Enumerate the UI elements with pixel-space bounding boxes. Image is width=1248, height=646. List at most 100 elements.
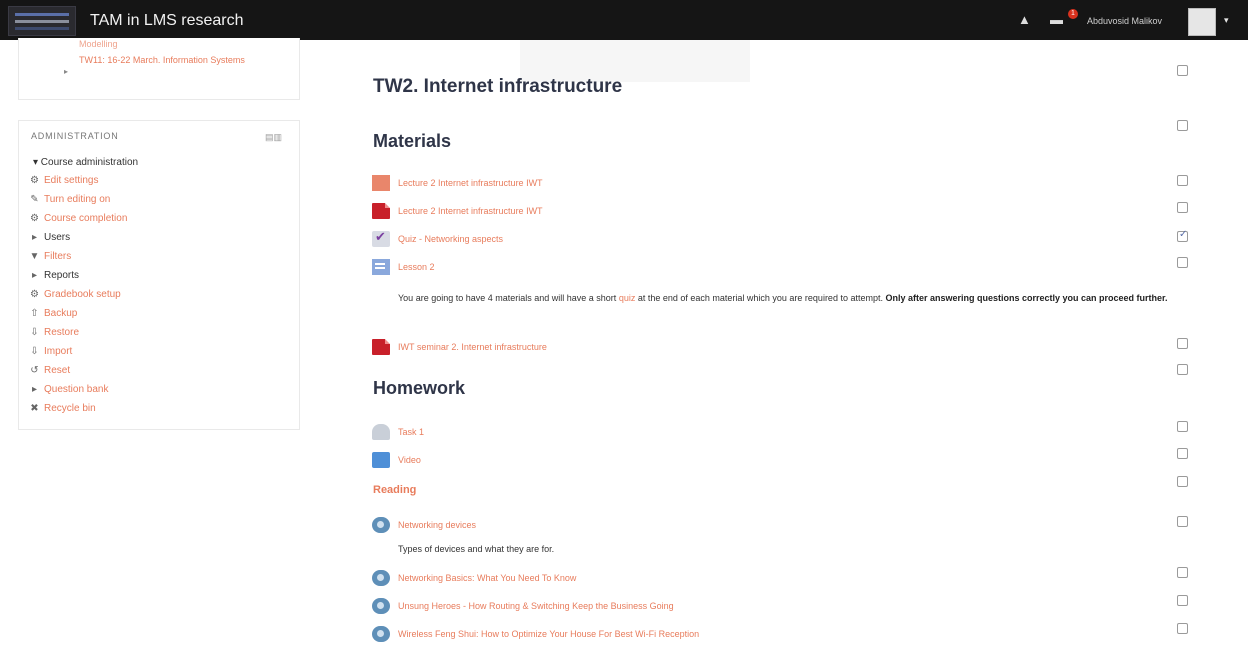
admin-item-icon: ⇩: [30, 326, 39, 338]
completion-checkbox[interactable]: [1177, 448, 1188, 459]
activity-link[interactable]: Lecture 2 Internet infrastructure IWT: [398, 178, 543, 188]
completion-checkbox[interactable]: [1177, 421, 1188, 432]
activity-item[interactable]: Task 1: [372, 422, 424, 442]
admin-item[interactable]: ✖ Recycle bin: [28, 401, 96, 415]
admin-item-icon: ✎: [30, 193, 39, 205]
reading-checkbox[interactable]: [1177, 476, 1188, 487]
bell-icon[interactable]: ▲: [1018, 12, 1031, 27]
chevron-down-icon[interactable]: ▾: [1224, 15, 1229, 26]
activity-item[interactable]: Networking devices: [372, 515, 476, 535]
admin-item[interactable]: ⇧ Backup: [28, 306, 77, 320]
admin-item[interactable]: ↺ Reset: [28, 363, 70, 377]
admin-item-label[interactable]: Import: [44, 346, 72, 357]
admin-item-icon: ✖: [30, 402, 39, 414]
activity-item[interactable]: Unsung Heroes - How Routing & Switching …: [372, 596, 674, 616]
activity-seminar[interactable]: IWT seminar 2. Internet infrastructure: [372, 337, 547, 357]
admin-item[interactable]: ⇩ Import: [28, 344, 72, 358]
site-title[interactable]: TAM in LMS research: [90, 12, 244, 30]
section-title: TW2. Internet infrastructure: [373, 76, 623, 97]
quiz-icon: [372, 229, 390, 247]
activity-link[interactable]: Unsung Heroes - How Routing & Switching …: [398, 601, 674, 611]
admin-item-label[interactable]: Users: [44, 232, 70, 243]
url-icon: [372, 517, 390, 533]
admin-item-icon: ▸: [31, 269, 38, 281]
avatar[interactable]: [1188, 8, 1216, 36]
materials-checkbox[interactable]: [1177, 120, 1188, 131]
nav-item-tw11[interactable]: TW11: 16-22 March. Information Systems: [79, 54, 269, 67]
admin-item[interactable]: ▸ Reports: [28, 268, 79, 282]
activity-item[interactable]: Video: [372, 450, 421, 470]
activity-item[interactable]: Networking Basics: What You Need To Know: [372, 568, 576, 588]
activity-item[interactable]: Lecture 2 Internet infrastructure IWT: [372, 201, 543, 221]
homework-heading: Homework: [373, 378, 466, 398]
admin-item-label[interactable]: Recycle bin: [44, 403, 96, 414]
dock-icon[interactable]: ▤▥: [265, 132, 282, 143]
url-icon: [372, 598, 390, 614]
course-administration-toggle[interactable]: ▾ Course administration: [33, 157, 138, 168]
activity-item[interactable]: Lesson 2: [372, 257, 435, 277]
section-checkbox[interactable]: [1177, 65, 1188, 76]
completion-checkbox[interactable]: [1177, 516, 1188, 527]
admin-item[interactable]: ▼ Filters: [28, 249, 72, 263]
url-icon: [372, 570, 390, 586]
admin-item-icon: ↺: [30, 364, 39, 376]
completion-checkbox[interactable]: [1177, 257, 1188, 268]
admin-item-icon: ▸: [31, 231, 38, 243]
activity-item[interactable]: Quiz - Networking aspects: [372, 229, 503, 249]
nav-item-previous[interactable]: Modelling: [79, 38, 118, 51]
pdf-icon: [372, 339, 390, 355]
completion-checkbox[interactable]: [1177, 623, 1188, 634]
admin-item-label[interactable]: Backup: [44, 308, 77, 319]
admin-item[interactable]: ▸ Question bank: [28, 382, 109, 396]
reading-heading: Reading: [373, 484, 417, 496]
site-logo[interactable]: [8, 6, 76, 36]
completion-checkbox[interactable]: [1177, 175, 1188, 186]
admin-item-icon: ⇧: [30, 307, 39, 319]
homework-checkbox[interactable]: [1177, 364, 1188, 375]
admin-item-label[interactable]: Question bank: [44, 384, 109, 395]
activity-link[interactable]: Video: [398, 455, 421, 465]
folder-icon: [372, 452, 390, 468]
activity-link[interactable]: IWT seminar 2. Internet infrastructure: [398, 342, 547, 352]
activity-link[interactable]: Networking Basics: What You Need To Know: [398, 573, 576, 583]
admin-item-label[interactable]: Edit settings: [44, 175, 98, 186]
admin-item[interactable]: ⚙ Course completion: [28, 211, 127, 225]
admin-item-label[interactable]: Filters: [44, 251, 71, 262]
top-navbar: TAM in LMS research ▲ ▬ 1 Abduvosid Mali…: [0, 0, 1248, 40]
admin-item-label[interactable]: Reset: [44, 365, 70, 376]
admin-item[interactable]: ⚙ Gradebook setup: [28, 287, 121, 301]
admin-item[interactable]: ⚙ Edit settings: [28, 173, 98, 187]
activity-link[interactable]: Wireless Feng Shui: How to Optimize Your…: [398, 629, 699, 639]
admin-item-icon: ▼: [29, 250, 40, 262]
completion-checkbox[interactable]: [1177, 338, 1188, 349]
quiz-link[interactable]: quiz: [619, 293, 636, 303]
activity-link[interactable]: Lesson 2: [398, 262, 435, 272]
message-icon[interactable]: ▬: [1050, 12, 1063, 27]
completion-checkbox[interactable]: [1177, 229, 1188, 242]
completion-checkbox[interactable]: [1177, 595, 1188, 606]
activity-link[interactable]: Networking devices: [398, 520, 476, 530]
admin-item[interactable]: ▸ Users: [28, 230, 70, 244]
admin-item[interactable]: ⇩ Restore: [28, 325, 79, 339]
url-icon: [372, 626, 390, 642]
message-count-badge: 1: [1068, 9, 1078, 19]
admin-item-label[interactable]: Course completion: [44, 213, 127, 224]
activity-link[interactable]: Lecture 2 Internet infrastructure IWT: [398, 206, 543, 216]
ppt-icon: [372, 175, 390, 191]
admin-item-label[interactable]: Gradebook setup: [44, 289, 121, 300]
completion-checkbox[interactable]: [1177, 202, 1188, 213]
activity-link[interactable]: Quiz - Networking aspects: [398, 234, 503, 244]
admin-item-icon: ▸: [31, 383, 38, 395]
admin-item-icon: ⚙: [30, 212, 39, 224]
assignment-icon: [372, 424, 390, 440]
admin-item-label[interactable]: Restore: [44, 327, 79, 338]
admin-item-label[interactable]: Reports: [44, 270, 79, 281]
activity-item[interactable]: Wireless Feng Shui: How to Optimize Your…: [372, 624, 699, 644]
admin-item[interactable]: ✎ Turn editing on: [28, 192, 110, 206]
activity-link[interactable]: Task 1: [398, 427, 424, 437]
admin-item-label[interactable]: Turn editing on: [44, 194, 110, 205]
user-name[interactable]: Abduvosid Malikov: [1087, 16, 1162, 26]
expand-arrow-icon[interactable]: ▸: [64, 67, 68, 76]
completion-checkbox[interactable]: [1177, 567, 1188, 578]
activity-item[interactable]: Lecture 2 Internet infrastructure IWT: [372, 173, 543, 193]
